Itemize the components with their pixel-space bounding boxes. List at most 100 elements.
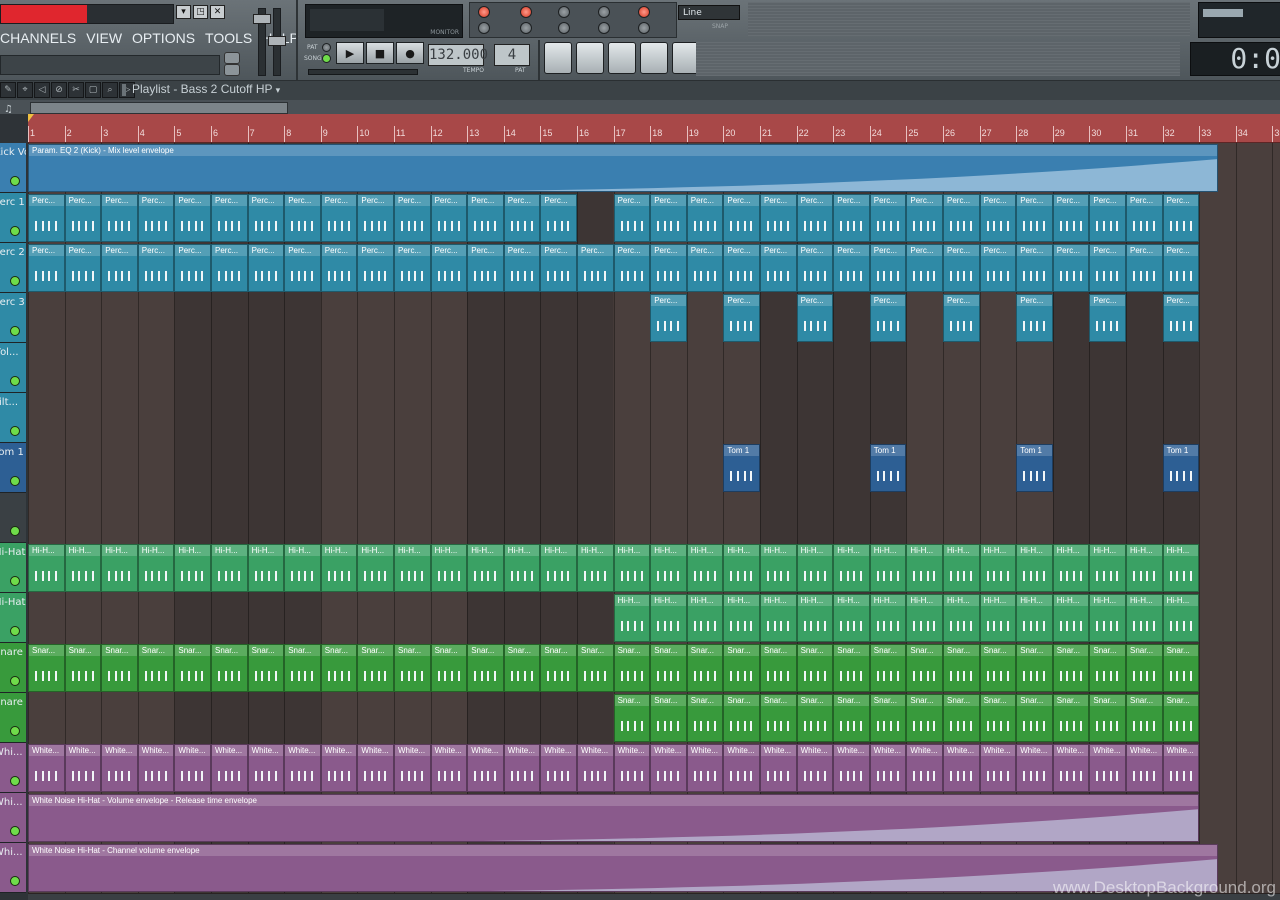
pattern-clip[interactable]: Snar... [430,644,468,692]
pattern-clip[interactable]: Hi-H... [64,544,102,592]
pattern-clip[interactable]: Snar... [979,644,1017,692]
pattern-clip[interactable]: Perc... [723,244,760,292]
pattern-clip[interactable]: Snar... [1089,694,1126,742]
pattern-clip[interactable]: Perc... [394,244,431,292]
pattern-clip[interactable]: Snar... [284,644,321,692]
track-label[interactable]: Kick Vo... [0,143,26,193]
pattern-clip[interactable]: Perc... [1052,194,1090,242]
pattern-clip[interactable]: Perc... [320,194,358,242]
record-button[interactable]: ● [396,42,424,64]
track-label[interactable]: Snare 1 [0,643,26,693]
pattern-clip[interactable]: Perc... [540,194,577,242]
menu-options[interactable]: OPTIONS [132,30,195,48]
pattern-clip[interactable]: Snar... [320,644,358,692]
pattern-clip[interactable]: Perc... [430,194,468,242]
pattern-clip[interactable]: White... [833,744,870,792]
pattern-clip[interactable]: Hi-H... [943,594,980,642]
pattern-clip[interactable]: Hi-H... [833,594,870,642]
pattern-clip[interactable]: Hi-H... [613,544,651,592]
play-button[interactable]: ▶ [336,42,364,64]
pattern-clip[interactable]: Snar... [1052,644,1090,692]
pattern-clip[interactable]: Snar... [650,694,687,742]
pattern-clip[interactable]: Perc... [137,244,175,292]
pattern-clip[interactable]: Perc... [1016,294,1053,342]
pattern-clip[interactable]: White... [1162,744,1200,792]
pattern-clip[interactable]: Hi-H... [284,544,321,592]
song-mode-led[interactable] [322,54,331,63]
pattern-clip[interactable]: Snar... [577,644,614,692]
song-position-slider[interactable] [308,69,418,75]
pattern-clip[interactable]: Snar... [723,644,760,692]
pattern-clip[interactable]: Perc... [979,194,1017,242]
track-mute-led[interactable] [10,726,20,736]
pattern-clip[interactable]: Tom 1 [1162,444,1200,492]
overdub-led[interactable] [558,6,570,18]
pattern-clip[interactable]: Perc... [1162,194,1200,242]
pattern-clip[interactable]: Snar... [796,694,834,742]
pattern-clip[interactable]: Hi-H... [174,544,211,592]
pattern-clip[interactable]: White... [211,744,248,792]
song-time-display[interactable]: 0:0 [1190,42,1280,76]
pattern-clip[interactable]: White... [869,744,907,792]
playlist-title[interactable]: Playlist - Bass 2 Cutoff HP ▾ [132,82,280,96]
pattern-clip[interactable]: Hi-H... [28,544,65,592]
scrollbar-thumb[interactable] [30,102,288,114]
pattern-clip[interactable]: Perc... [686,194,724,242]
pattern-clip[interactable]: Hi-H... [906,594,943,642]
pattern-clip[interactable]: Snar... [1089,644,1126,692]
pattern-clip[interactable]: Hi-H... [394,544,431,592]
pattern-clip[interactable]: Hi-H... [503,544,541,592]
track-mute-led[interactable] [10,426,20,436]
pattern-clip[interactable]: Perc... [869,294,907,342]
pattern-clip[interactable]: Perc... [357,194,394,242]
pattern-clip[interactable]: White... [760,744,797,792]
pattern-clip[interactable]: Tom 1 [723,444,760,492]
pattern-clip[interactable]: Hi-H... [1016,544,1053,592]
auto-scroll-led[interactable] [638,22,650,34]
pattern-clip[interactable]: White... [796,744,834,792]
pat-mode-led[interactable] [322,43,331,52]
pattern-clip[interactable]: Snar... [1126,644,1163,692]
pattern-clip[interactable]: Hi-H... [1089,544,1126,592]
pattern-clip[interactable]: Hi-H... [1126,594,1163,642]
track-label[interactable]: Perc 3 [0,293,26,343]
pattern-clip[interactable]: Snar... [503,644,541,692]
piano-roll-button[interactable] [608,42,636,74]
pattern-clip[interactable]: Perc... [760,244,797,292]
pattern-clip[interactable]: Snar... [64,644,102,692]
pattern-clip[interactable]: Perc... [211,194,248,242]
multilink-led[interactable] [638,6,650,18]
pattern-clip[interactable]: White... [943,744,980,792]
pattern-clip[interactable]: White... [430,744,468,792]
pattern-clip[interactable]: Hi-H... [1126,544,1163,592]
pattern-clip[interactable]: Hi-H... [1052,544,1090,592]
track-label[interactable]: Whi... [0,743,26,793]
pattern-clip[interactable]: Snar... [137,644,175,692]
pattern-clip[interactable]: Snar... [1162,694,1200,742]
track-row[interactable] [28,493,1280,544]
track-row[interactable]: White... White... White... White... White...… [28,743,1280,794]
pattern-clip[interactable]: Hi-H... [1016,594,1053,642]
pattern-clip[interactable]: Perc... [211,244,248,292]
pattern-clip[interactable]: Perc... [174,194,211,242]
pattern-clip[interactable]: Perc... [247,194,285,242]
track-row[interactable]: Perc... Perc... Perc... Perc... Perc... Perc.… [28,193,1280,244]
pattern-clip[interactable]: Perc... [979,244,1017,292]
track-label[interactable]: Whi... [0,793,26,843]
pattern-clip[interactable]: Snar... [943,694,980,742]
tempo-display[interactable]: 132.000 [428,44,488,66]
pattern-clip[interactable]: Snar... [613,644,651,692]
pattern-clip[interactable]: Snar... [467,644,504,692]
pattern-clip[interactable]: Hi-H... [686,594,724,642]
pattern-clip[interactable]: Hi-H... [979,544,1017,592]
pattern-clip[interactable]: Perc... [284,244,321,292]
pattern-clip[interactable]: Perc... [503,194,541,242]
pattern-clip[interactable]: Perc... [796,194,834,242]
blend-led[interactable] [598,6,610,18]
pattern-clip[interactable]: Hi-H... [247,544,285,592]
playlist-grid[interactable]: Param. EQ 2 (Kick) - Mix level envelope P… [28,143,1280,900]
pattern-clip[interactable]: Snar... [760,644,797,692]
pattern-clip[interactable]: Hi-H... [686,544,724,592]
pattern-clip[interactable]: Perc... [64,194,102,242]
pattern-clip[interactable]: Perc... [1089,294,1126,342]
